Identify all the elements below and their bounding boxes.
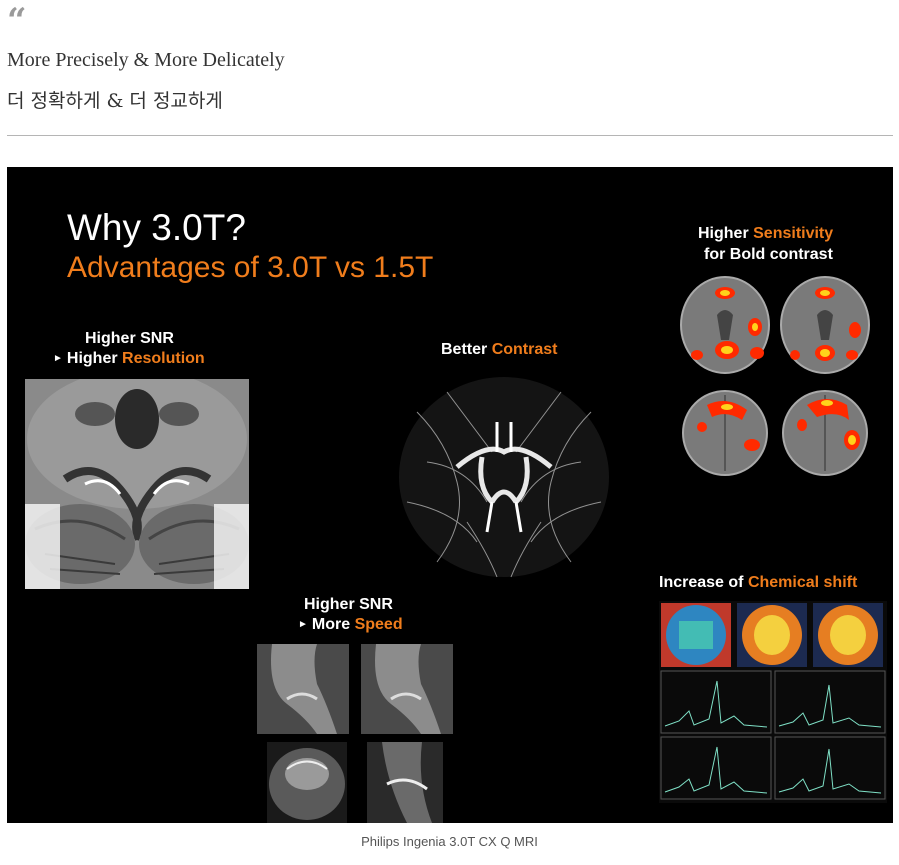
- knee-scans: [257, 644, 453, 823]
- arrow-icon: ►: [53, 353, 63, 364]
- label-sensitivity-line1: Higher Sensitivity: [698, 225, 834, 242]
- slide-title: Why 3.0T?: [67, 207, 246, 248]
- label-chemical-shift: Increase of Chemical shift: [659, 574, 858, 591]
- quote-icon: “: [7, 1, 27, 41]
- bold-fmri-scans: [677, 275, 873, 487]
- headline-english: More Precisely & More Delicately: [7, 49, 285, 71]
- label-snr-resolution-line2: ► Higher Resolution: [53, 350, 205, 367]
- label-contrast: Better Contrast: [441, 341, 558, 358]
- label-sensitivity-line2: for Bold contrast: [704, 246, 833, 263]
- label-snr-speed-line2: ► More Speed: [298, 616, 403, 633]
- label-snr-speed-line1: Higher SNR: [304, 596, 393, 613]
- arrow-icon: ►: [298, 619, 308, 630]
- slide-subtitle: Advantages of 3.0T vs 1.5T: [67, 251, 434, 284]
- image-caption: Philips Ingenia 3.0T CX Q MRI: [361, 834, 538, 849]
- headline-korean: 더 정확하게 & 더 정교하게: [7, 90, 223, 112]
- angiography-scan: [397, 372, 611, 582]
- mri-slide-image: Why 3.0T? Advantages of 3.0T vs 1.5T Hig…: [7, 167, 893, 823]
- divider: [7, 135, 893, 136]
- brain-coronal-scan: [25, 379, 249, 589]
- spectroscopy-maps: [659, 601, 887, 803]
- label-snr-resolution-line1: Higher SNR: [85, 330, 174, 347]
